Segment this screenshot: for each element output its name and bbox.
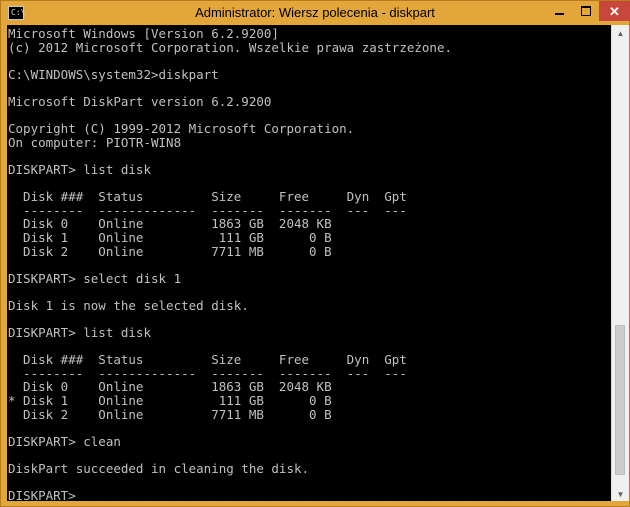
scroll-thumb[interactable] bbox=[615, 325, 625, 475]
console-line: On computer: PIOTR-WIN8 bbox=[8, 134, 182, 150]
console-line: Microsoft DiskPart version 6.2.9200 bbox=[8, 93, 272, 109]
vertical-scrollbar[interactable]: ▲ ▼ bbox=[611, 25, 629, 503]
console-line: C:\WINDOWS\system32>diskpart bbox=[8, 66, 219, 82]
console-line: (c) 2012 Microsoft Corporation. Wszelkie… bbox=[8, 39, 453, 55]
title-bar[interactable]: C:\ Administrator: Wiersz polecenia - di… bbox=[1, 1, 630, 25]
cmd-icon[interactable]: C:\ bbox=[8, 6, 26, 20]
maximize-icon bbox=[581, 6, 591, 16]
minimize-icon bbox=[555, 13, 564, 15]
console-line: DISKPART> list disk bbox=[8, 325, 151, 341]
console-output[interactable]: Microsoft Windows [Version 6.2.9200] (c)… bbox=[7, 25, 611, 503]
console-line: DISKPART> select disk 1 bbox=[8, 270, 182, 286]
maximize-button[interactable] bbox=[573, 1, 599, 21]
console-text: Microsoft Windows [Version 6.2.9200] (c)… bbox=[7, 25, 611, 503]
close-button[interactable]: ✕ bbox=[599, 1, 630, 21]
window-title: Administrator: Wiersz polecenia - diskpa… bbox=[195, 5, 435, 20]
console-line: Disk 2 Online 7711 MB 0 B bbox=[8, 243, 332, 259]
console-line: DISKPART> clean bbox=[8, 433, 121, 449]
close-icon: ✕ bbox=[609, 3, 620, 19]
console-line: DISKPART> list disk bbox=[8, 161, 151, 177]
console-window: C:\ Administrator: Wiersz polecenia - di… bbox=[0, 0, 630, 507]
window-bottom-border bbox=[1, 501, 629, 506]
console-line: DiskPart succeeded in cleaning the disk. bbox=[8, 461, 310, 476]
console-line: Disk 1 is now the selected disk. bbox=[8, 297, 249, 313]
cmd-prompt-glyph: C:\ bbox=[11, 8, 26, 17]
scroll-up-arrow-icon[interactable]: ▲ bbox=[612, 25, 629, 42]
console-line: Disk 2 Online 7711 MB 0 B bbox=[8, 406, 332, 422]
minimize-button[interactable] bbox=[546, 1, 573, 21]
